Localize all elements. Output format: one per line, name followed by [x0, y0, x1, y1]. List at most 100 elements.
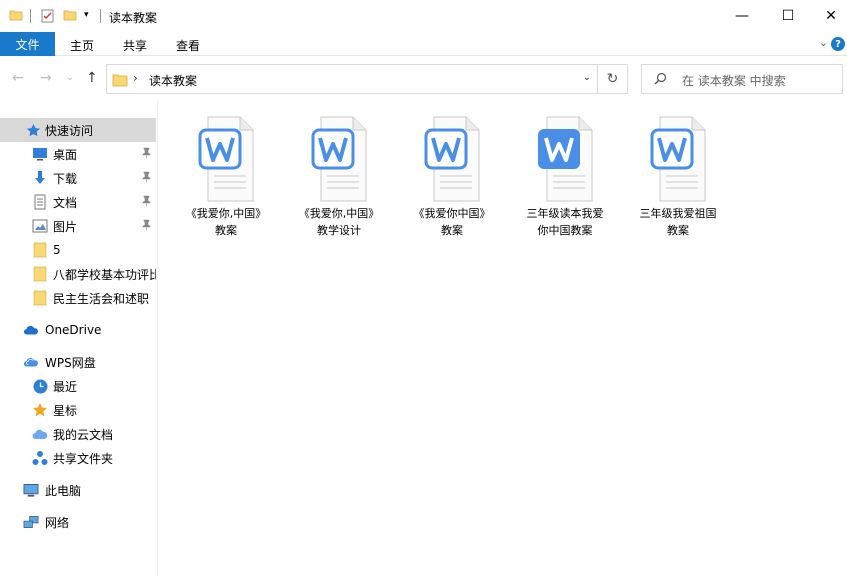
- download-icon: [32, 170, 48, 186]
- file-name: 《我爱你,中国》 教案: [185, 207, 267, 237]
- minimize-button[interactable]: —: [719, 0, 765, 32]
- sidebar-item-my-cloud-docs[interactable]: 我的云文档: [0, 422, 156, 446]
- sidebar-item-label: 网络: [45, 515, 70, 530]
- search-input[interactable]: 在 读本教案 中搜索: [682, 72, 786, 89]
- sidebar-item-desktop[interactable]: 桌面: [0, 142, 156, 166]
- sidebar-item-this-pc[interactable]: 此电脑: [0, 478, 156, 502]
- document-icon: [32, 194, 48, 210]
- up-button[interactable]: ↑: [86, 70, 98, 86]
- folder-icon: [112, 72, 128, 91]
- folder-icon: [9, 8, 23, 25]
- wps-word-icon-filled: [538, 116, 593, 202]
- sidebar-item-label: 下载: [53, 171, 78, 186]
- sidebar-item-folder-school[interactable]: 八都学校基本功评比: [0, 262, 156, 286]
- help-icon[interactable]: ?: [831, 37, 845, 51]
- onedrive-icon: [23, 322, 39, 338]
- sidebar-item-shared-folder[interactable]: 共享文件夹: [0, 446, 156, 470]
- file-name: 《我爱你,中国》 教学设计: [298, 207, 380, 237]
- pin-icon[interactable]: [142, 171, 151, 185]
- wps-word-icon: [650, 116, 706, 202]
- star-icon: [25, 122, 41, 138]
- customize-toolbar-icon[interactable]: ▾: [84, 10, 89, 20]
- sidebar-item-label: 民主生活会和述职: [53, 291, 150, 306]
- breadcrumb[interactable]: 读本教案: [149, 72, 197, 89]
- chevron-down-icon[interactable]: ⌄: [583, 72, 591, 83]
- sidebar-item-network[interactable]: 网络: [0, 510, 156, 534]
- window-title: 读本教案: [109, 11, 158, 25]
- sidebar-item-wps-cloud[interactable]: WPS网盘: [0, 350, 156, 374]
- sidebar-item-documents[interactable]: 文档: [0, 190, 156, 214]
- file-item[interactable]: 《我爱你中国》 教案: [402, 113, 502, 243]
- sidebar-item-pictures[interactable]: 图片: [0, 214, 156, 238]
- file-name: 三年级我爱祖国 教案: [639, 207, 717, 237]
- sidebar-item-label: 我的云文档: [53, 427, 114, 442]
- file-name: 《我爱你中国》 教案: [413, 207, 491, 237]
- properties-icon[interactable]: [40, 8, 56, 27]
- sidebar-item-downloads[interactable]: 下载: [0, 166, 156, 190]
- sidebar-item-onedrive[interactable]: OneDrive: [0, 318, 156, 342]
- file-item[interactable]: 三年级读本我爱 你中国教案: [515, 113, 615, 243]
- pin-icon[interactable]: [142, 147, 151, 161]
- clock-icon: [32, 378, 48, 394]
- picture-icon: [32, 218, 48, 234]
- address-bar[interactable]: › 读本教案 ⌄: [106, 64, 598, 94]
- folder-icon: [32, 266, 48, 282]
- tab-file[interactable]: 文件: [0, 32, 55, 56]
- file-item[interactable]: 三年级我爱祖国 教案: [628, 113, 728, 243]
- tab-home[interactable]: 主页: [70, 37, 94, 54]
- tab-view[interactable]: 查看: [176, 37, 200, 54]
- ribbon: 文件 主页 共享 查看 ⌄ ?: [0, 32, 847, 56]
- pin-icon[interactable]: [142, 195, 151, 209]
- sidebar-item-label: 图片: [53, 219, 78, 234]
- sidebar-item-label: 桌面: [53, 147, 78, 162]
- search-icon: [654, 72, 667, 89]
- folder-icon: [32, 290, 48, 306]
- shared-folder-icon: [32, 450, 48, 466]
- title-bar: ▾ 读本教案 — ☐ ✕: [0, 0, 847, 32]
- refresh-button[interactable]: ↻: [598, 64, 628, 94]
- tab-share[interactable]: 共享: [123, 37, 147, 54]
- sidebar-item-label: 星标: [53, 403, 78, 418]
- sidebar-item-quick-access[interactable]: 快速访问: [0, 118, 156, 142]
- sidebar-item-folder-democratic[interactable]: 民主生活会和述职: [0, 286, 156, 310]
- new-folder-icon[interactable]: [63, 8, 77, 25]
- star-icon: [32, 402, 48, 418]
- maximize-button[interactable]: ☐: [765, 0, 811, 32]
- wps-word-icon: [311, 116, 367, 202]
- file-item[interactable]: 《我爱你,中国》 教案: [176, 113, 276, 243]
- sidebar-item-label: 八都学校基本功评比: [53, 267, 156, 282]
- navigation-bar: ← → ⌄ ↑ › 读本教案 ⌄ ↻ 在 读本教案 中搜索: [0, 57, 847, 101]
- desktop-icon: [32, 146, 48, 162]
- navigation-pane: 快速访问 桌面 下载 文档 图片 5 八都学校基本功评比 民主生活会和述职 On…: [0, 101, 158, 576]
- close-button[interactable]: ✕: [808, 0, 847, 32]
- wps-cloud-icon: [23, 354, 39, 370]
- divider: [30, 9, 31, 23]
- sidebar-item-starred[interactable]: 星标: [0, 398, 156, 422]
- file-name: 三年级读本我爱 你中国教案: [526, 207, 604, 237]
- file-item[interactable]: 《我爱你,中国》 教学设计: [289, 113, 389, 243]
- sidebar-item-label: 共享文件夹: [53, 451, 114, 466]
- breadcrumb-separator[interactable]: ›: [133, 71, 138, 85]
- pin-icon[interactable]: [142, 219, 151, 233]
- sidebar-item-label: WPS网盘: [45, 355, 96, 370]
- back-button[interactable]: ←: [12, 70, 24, 86]
- sidebar-item-label: OneDrive: [45, 323, 102, 337]
- folder-icon: [32, 242, 48, 258]
- sidebar-item-label: 文档: [53, 195, 78, 210]
- cloud-doc-icon: [32, 426, 48, 442]
- file-list: 《我爱你,中国》 教案 《我爱你,中国》 教学设计 《我爱你中国》 教案 三年级…: [158, 101, 847, 576]
- sidebar-item-recent[interactable]: 最近: [0, 374, 156, 398]
- network-icon: [23, 514, 39, 530]
- sidebar-item-folder-5[interactable]: 5: [0, 238, 156, 262]
- sidebar-item-label: 快速访问: [45, 123, 94, 138]
- wps-word-icon: [424, 116, 480, 202]
- divider: [100, 9, 101, 23]
- sidebar-item-label: 最近: [53, 379, 78, 394]
- recent-locations-button[interactable]: ⌄: [66, 72, 74, 83]
- sidebar-item-label: 此电脑: [45, 483, 82, 498]
- computer-icon: [23, 482, 39, 498]
- wps-word-icon: [198, 116, 254, 202]
- search-box[interactable]: 在 读本教案 中搜索: [641, 64, 843, 94]
- forward-button[interactable]: →: [40, 70, 52, 86]
- expand-ribbon-icon[interactable]: ⌄: [819, 36, 828, 49]
